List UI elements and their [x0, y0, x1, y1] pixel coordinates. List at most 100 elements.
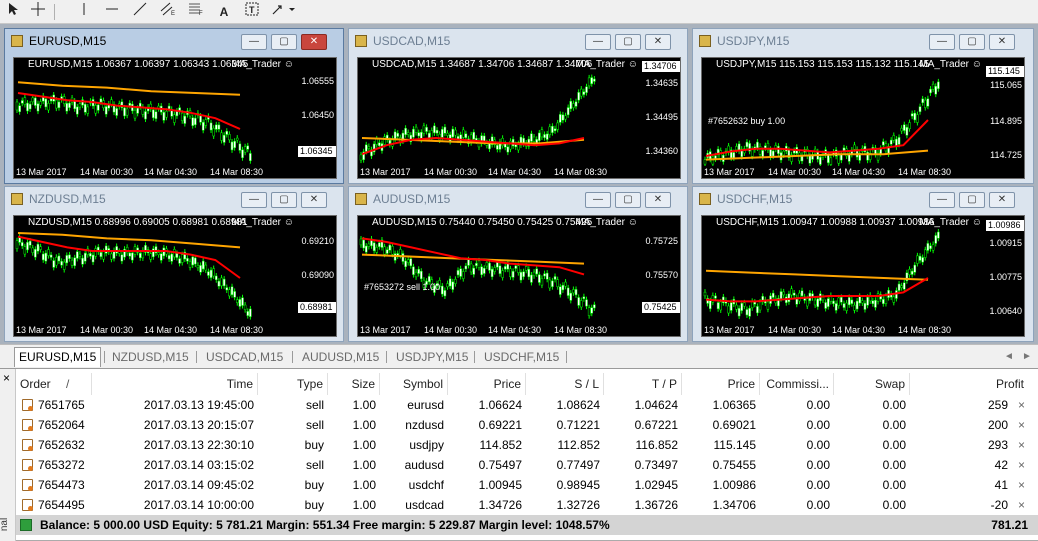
candle-body — [837, 154, 840, 164]
close-order-icon[interactable]: × — [1014, 415, 1030, 435]
chart-window-eurusd[interactable]: EURUSD,M15 — ▢ ✕ EURUSD,M15 1.06367 1.06… — [4, 28, 344, 184]
candle-body — [561, 285, 565, 291]
close-button[interactable]: ✕ — [989, 192, 1015, 208]
chart-window-usdchf[interactable]: USDCHF,M15 — ▢ ✕ USDCHF,M15 1.00947 1.00… — [692, 186, 1034, 342]
chart-window-nzdusd[interactable]: NZDUSD,M15 — ▢ ✕ NZDUSD,M15 0.68996 0.69… — [4, 186, 344, 342]
trendline-icon[interactable] — [130, 2, 150, 22]
candle-body — [858, 296, 861, 304]
tab-nzdusd[interactable]: NZDUSD,M15 — [108, 348, 193, 366]
minimize-button[interactable]: — — [241, 34, 267, 50]
chart-window-audusd[interactable]: AUDUSD,M15 — ▢ ✕ AUDUSD,M15 0.75440 0.75… — [348, 186, 688, 342]
tabs-scroll-left-icon[interactable]: ◄ — [1004, 351, 1014, 362]
close-button[interactable]: ✕ — [301, 192, 327, 208]
chart-window-usdcad[interactable]: USDCAD,M15 — ▢ ✕ USDCAD,M15 1.34687 1.34… — [348, 28, 688, 184]
price-chart[interactable]: AUDUSD,M15 0.75440 0.75450 0.75425 0.754… — [357, 215, 681, 337]
tab-eurusd[interactable]: EURUSD,M15 — [14, 347, 102, 367]
price-chart[interactable]: EURUSD,M15 1.06367 1.06397 1.06343 1.063… — [13, 57, 337, 179]
window-titlebar[interactable]: NZDUSD,M15 — ▢ ✕ — [5, 187, 343, 211]
cursor-icon[interactable] — [4, 2, 24, 22]
column-header-open-price[interactable]: Price — [448, 373, 526, 395]
window-titlebar[interactable]: AUDUSD,M15 — ▢ ✕ — [349, 187, 687, 211]
candle-body — [761, 150, 764, 157]
window-titlebar[interactable]: EURUSD,M15 — ▢ ✕ — [5, 29, 343, 53]
equidistant-channel-icon[interactable]: E — [158, 2, 178, 22]
table-row[interactable]: 7652632 2017.03.13 22:30:10 buy 1.00 usdjpy 1… — [16, 435, 1038, 455]
column-header-symbol[interactable]: Symbol — [380, 373, 448, 395]
minimize-button[interactable]: — — [585, 34, 611, 50]
tab-usdjpy[interactable]: USDJPY,M15 — [392, 348, 472, 366]
candle-body — [787, 293, 791, 303]
column-header-profit[interactable]: Profit — [910, 373, 1028, 395]
tab-audusd[interactable]: AUDUSD,M15 — [298, 348, 383, 366]
close-button[interactable]: ✕ — [989, 34, 1015, 50]
column-header-stop-loss[interactable]: S / L — [526, 373, 604, 395]
arrows-dropdown-icon[interactable] — [270, 2, 300, 22]
time-label: 13 Mar 2017 — [360, 325, 411, 335]
close-order-icon[interactable]: × — [1014, 395, 1030, 415]
close-order-icon[interactable]: × — [1014, 455, 1030, 475]
column-header-swap[interactable]: Swap — [834, 373, 910, 395]
fibonacci-icon[interactable]: F — [186, 2, 206, 22]
minimize-button[interactable]: — — [929, 192, 955, 208]
crosshair-icon[interactable] — [28, 2, 48, 22]
table-row[interactable]: 7654495 2017.03.14 10:00:00 buy 1.00 usdcad 1… — [16, 495, 1038, 515]
chart-window-icon — [699, 193, 711, 205]
maximize-button[interactable]: ▢ — [959, 192, 985, 208]
candle-body — [359, 238, 363, 246]
cell-swap: 0.00 — [882, 458, 906, 472]
close-order-icon[interactable]: × — [1014, 435, 1030, 455]
maximize-button[interactable]: ▢ — [271, 34, 297, 50]
tabs-scroll-right-icon[interactable]: ► — [1022, 351, 1032, 362]
window-titlebar[interactable]: USDJPY,M15 — ▢ ✕ — [693, 29, 1033, 53]
table-row[interactable]: 7651765 2017.03.13 19:45:00 sell 1.00 eurusd… — [16, 395, 1038, 415]
horizontal-line-icon[interactable] — [102, 2, 122, 22]
column-header-size[interactable]: Size — [328, 373, 380, 395]
maximize-button[interactable]: ▢ — [271, 192, 297, 208]
close-order-icon[interactable]: × — [1014, 475, 1030, 495]
close-order-icon[interactable]: × — [1014, 495, 1030, 515]
vertical-line-icon[interactable] — [74, 2, 94, 22]
maximize-button[interactable]: ▢ — [615, 34, 641, 50]
column-header-type[interactable]: Type — [258, 373, 328, 395]
price-chart[interactable]: NZDUSD,M15 0.68996 0.69005 0.68981 0.689… — [13, 215, 337, 337]
column-header-current-price[interactable]: Price — [682, 373, 760, 395]
text-icon[interactable]: A — [214, 2, 234, 22]
table-row[interactable]: 7652064 2017.03.13 20:15:07 sell 1.00 nzdusd… — [16, 415, 1038, 435]
candle-body — [551, 126, 554, 133]
minimize-button[interactable]: — — [241, 192, 267, 208]
cell-order: 7651765 — [38, 398, 85, 412]
column-header-time[interactable]: Time — [118, 373, 258, 395]
balance-icon — [20, 519, 32, 531]
text-label-icon[interactable]: T — [242, 2, 262, 22]
window-titlebar[interactable]: USDCHF,M15 — ▢ ✕ — [693, 187, 1033, 211]
close-button[interactable]: ✕ — [645, 192, 671, 208]
maximize-button[interactable]: ▢ — [959, 34, 985, 50]
maximize-button[interactable]: ▢ — [615, 192, 641, 208]
tab-usdcad[interactable]: USDCAD,M15 — [202, 348, 287, 366]
candle-body — [740, 303, 743, 311]
tab-usdchf[interactable]: USDCHF,M15 — [480, 348, 563, 366]
column-header-commission[interactable]: Commissi... — [760, 373, 834, 395]
minimize-button[interactable]: — — [929, 34, 955, 50]
price-chart[interactable]: USDJPY,M15 115.153 115.153 115.132 115.1… — [701, 57, 1025, 179]
price-chart[interactable]: USDCHF,M15 1.00947 1.00988 1.00937 1.009… — [701, 215, 1025, 337]
table-row[interactable]: 7653272 2017.03.14 03:15:02 sell 1.00 audusd… — [16, 455, 1038, 475]
candle-body — [806, 298, 809, 307]
close-button[interactable]: ✕ — [645, 34, 671, 50]
candle-body — [548, 279, 552, 289]
candle-body — [162, 112, 166, 121]
terminal-close-icon[interactable]: × — [3, 371, 10, 385]
window-titlebar[interactable]: USDCAD,M15 — ▢ ✕ — [349, 29, 687, 53]
candle-body — [777, 145, 780, 154]
current-price-label: 0.75425 — [642, 302, 680, 313]
candle-body — [39, 246, 42, 250]
cell-tp: 0.73497 — [634, 458, 678, 472]
chart-window-usdjpy[interactable]: USDJPY,M15 — ▢ ✕ USDJPY,M15 115.153 115.… — [692, 28, 1034, 184]
candle-body — [188, 261, 192, 268]
price-chart[interactable]: USDCAD,M15 1.34687 1.34706 1.34687 1.347… — [357, 57, 681, 179]
table-row[interactable]: 7654473 2017.03.14 09:45:02 buy 1.00 usdchf 1… — [16, 475, 1038, 495]
column-header-take-profit[interactable]: T / P — [604, 373, 682, 395]
close-button[interactable]: ✕ — [301, 34, 327, 50]
candle-body — [910, 113, 914, 117]
minimize-button[interactable]: — — [585, 192, 611, 208]
